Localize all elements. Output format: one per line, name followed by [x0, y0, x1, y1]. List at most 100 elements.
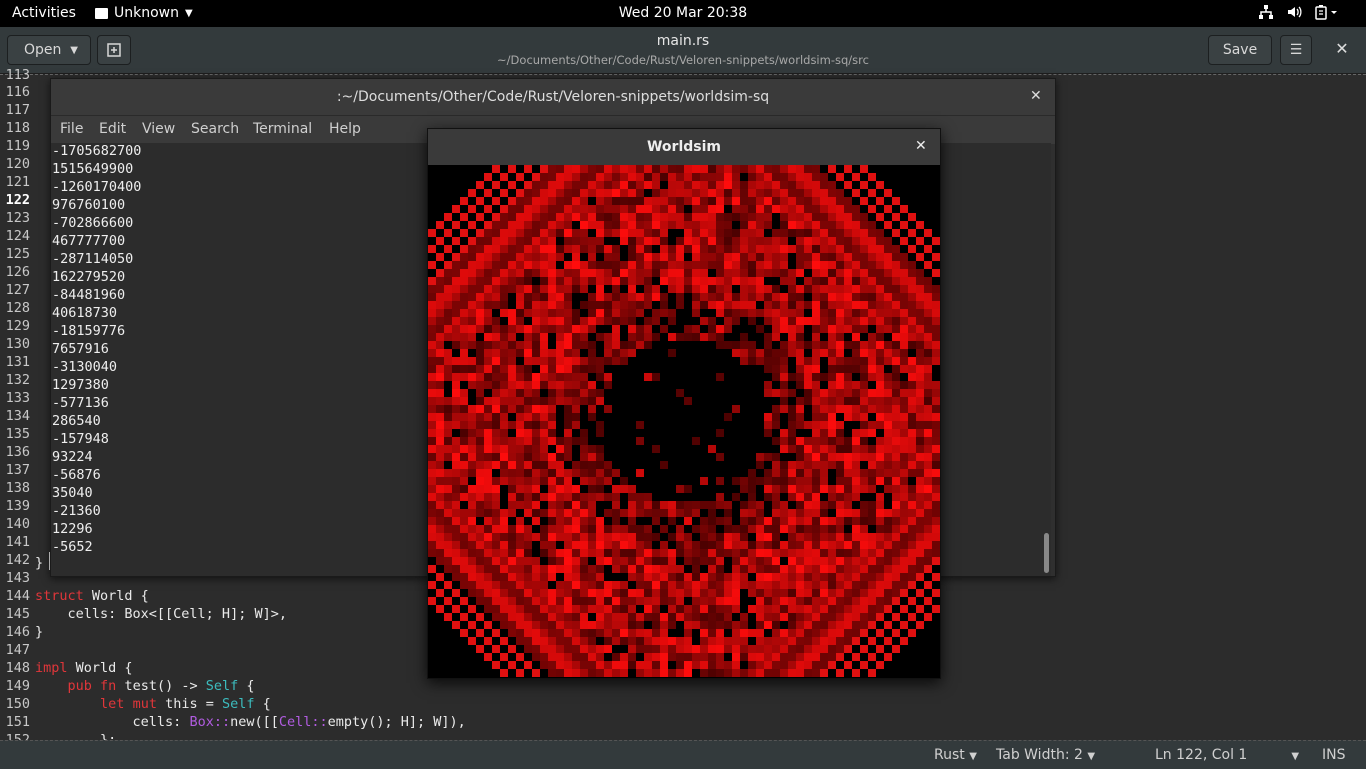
clock[interactable]: Wed 20 Mar 20:38	[0, 5, 1366, 21]
line-number: 137	[5, 462, 30, 478]
world-cell	[860, 549, 868, 557]
world-cell	[484, 253, 492, 261]
world-cell	[740, 253, 748, 261]
terminal-scrollbar[interactable]	[1044, 533, 1049, 573]
menu-edit[interactable]: Edit	[99, 121, 126, 137]
world-cell	[460, 317, 468, 325]
world-cell	[764, 293, 772, 301]
world-cell	[612, 621, 620, 629]
world-cell	[812, 373, 820, 381]
new-tab-button[interactable]	[97, 35, 131, 65]
save-button[interactable]: Save	[1208, 35, 1272, 65]
world-cell	[916, 237, 924, 245]
world-cell	[868, 445, 876, 453]
world-cell	[796, 477, 804, 485]
menu-search[interactable]: Search	[191, 121, 239, 137]
world-cell	[844, 269, 852, 277]
world-cell	[572, 277, 580, 285]
world-cell	[692, 597, 700, 605]
world-cell	[532, 469, 540, 477]
world-cell	[620, 221, 628, 229]
world-cell	[772, 405, 780, 413]
world-cell	[596, 277, 604, 285]
world-cell	[748, 205, 756, 213]
world-cell	[612, 253, 620, 261]
network-icon[interactable]	[1258, 4, 1274, 24]
world-cell	[852, 413, 860, 421]
volume-icon[interactable]	[1286, 4, 1302, 24]
world-cell	[492, 293, 500, 301]
world-cell	[676, 573, 684, 581]
world-cell	[452, 261, 460, 269]
world-cell	[636, 469, 644, 477]
world-cell	[428, 365, 436, 373]
world-cell	[764, 621, 772, 629]
app-menu[interactable]: Unknown ▼	[95, 5, 193, 21]
world-cell	[796, 189, 804, 197]
system-menu-icon[interactable]	[1314, 4, 1340, 24]
world-cell	[532, 613, 540, 621]
world-cell	[908, 525, 916, 533]
world-cell	[868, 541, 876, 549]
menu-terminal[interactable]: Terminal	[253, 121, 312, 137]
world-cell	[604, 181, 612, 189]
activities-button[interactable]: Activities	[12, 5, 76, 21]
open-button[interactable]: Open ▼	[7, 35, 91, 65]
world-cell	[572, 181, 580, 189]
world-cell	[724, 549, 732, 557]
world-cell	[468, 517, 476, 525]
terminal-title-bar[interactable]: :~/Documents/Other/Code/Rust/Veloren-sni…	[51, 79, 1055, 115]
world-cell	[804, 629, 812, 637]
world-cell	[460, 325, 468, 333]
close-window-button[interactable]: ✕	[1330, 39, 1354, 63]
world-cell	[820, 645, 828, 653]
world-cell	[756, 357, 764, 365]
world-cell	[724, 501, 732, 509]
menu-file[interactable]: File	[60, 121, 83, 137]
world-cell	[836, 669, 844, 677]
world-cell	[828, 365, 836, 373]
world-cell	[660, 325, 668, 333]
world-cell	[692, 181, 700, 189]
world-cell	[860, 525, 868, 533]
world-cell	[540, 277, 548, 285]
world-cell	[764, 349, 772, 357]
world-cell	[844, 549, 852, 557]
world-cell	[740, 213, 748, 221]
menu-view[interactable]: View	[142, 121, 175, 137]
world-cell	[612, 349, 620, 357]
world-cell	[708, 517, 716, 525]
worldsim-window[interactable]: Worldsim ✕	[427, 128, 941, 679]
world-cell	[588, 173, 596, 181]
world-cell	[796, 293, 804, 301]
worldsim-title-bar[interactable]: Worldsim ✕	[428, 129, 940, 165]
world-cell	[884, 413, 892, 421]
terminal-close-button[interactable]: ✕	[1030, 88, 1042, 104]
world-cell	[692, 565, 700, 573]
world-cell	[516, 461, 524, 469]
world-cell	[756, 565, 764, 573]
world-cell	[580, 597, 588, 605]
world-cell	[588, 653, 596, 661]
world-cell	[652, 317, 660, 325]
world-cell	[732, 653, 740, 661]
world-cell	[892, 613, 900, 621]
worldsim-close-button[interactable]: ✕	[915, 138, 927, 154]
world-cell	[476, 469, 484, 477]
world-cell	[508, 269, 516, 277]
world-cell	[572, 413, 580, 421]
world-cell	[788, 277, 796, 285]
world-cell	[756, 253, 764, 261]
tab-width-selector[interactable]: Tab Width: 2 ▼	[996, 747, 1095, 763]
world-cell	[532, 533, 540, 541]
hamburger-menu-button[interactable]: ☰	[1280, 35, 1312, 65]
world-cell	[484, 229, 492, 237]
cursor-position-selector[interactable]: Ln 122, Col 1 ▼	[1155, 747, 1299, 763]
menu-help[interactable]: Help	[329, 121, 361, 137]
world-cell	[812, 205, 820, 213]
world-cell	[492, 485, 500, 493]
language-selector[interactable]: Rust ▼	[934, 747, 977, 763]
world-cell	[452, 405, 460, 413]
world-cell	[812, 629, 820, 637]
world-cell	[740, 645, 748, 653]
